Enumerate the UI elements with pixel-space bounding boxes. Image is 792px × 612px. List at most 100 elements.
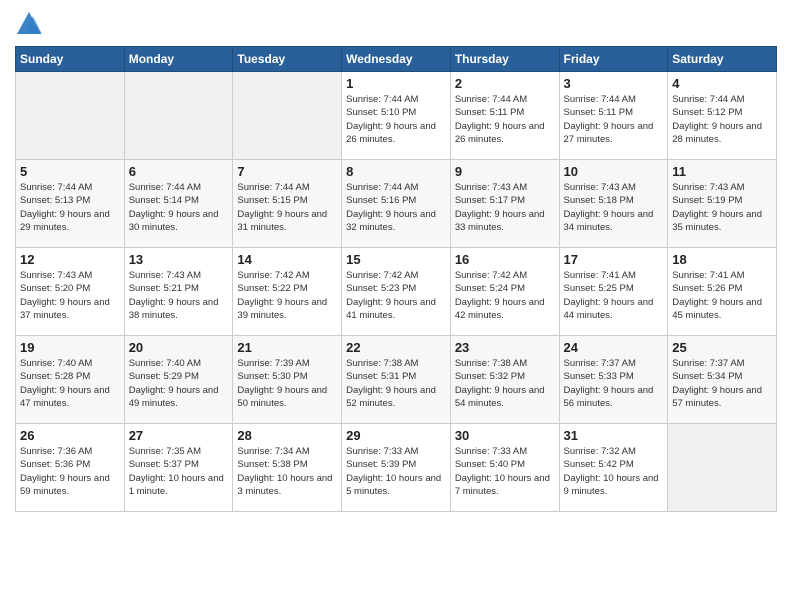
calendar-day-cell: 5Sunrise: 7:44 AMSunset: 5:13 PMDaylight… bbox=[16, 160, 125, 248]
calendar-day-cell: 1 Sunrise: 7:44 AMSunset: 5:10 PMDaylight… bbox=[342, 72, 451, 160]
calendar-day-cell: 6 Sunrise: 7:44 AMSunset: 5:14 PMDaylight… bbox=[124, 160, 233, 248]
day-info: Sunrise: 7:43 AMSunset: 5:20 PMDaylight:… bbox=[20, 269, 120, 322]
day-info: Sunrise: 7:37 AMSunset: 5:34 PMDaylight:… bbox=[672, 357, 772, 410]
calendar-day-cell: 19 Sunrise: 7:40 AMSunset: 5:28 PMDayligh… bbox=[16, 336, 125, 424]
calendar-day-cell: 31 Sunrise: 7:32 AMSunset: 5:42 PMDayligh… bbox=[559, 424, 668, 512]
calendar-day-cell bbox=[124, 72, 233, 160]
calendar-day-cell: 30 Sunrise: 7:33 AMSunset: 5:40 PMDayligh… bbox=[450, 424, 559, 512]
weekday-header: Saturday bbox=[668, 47, 777, 72]
day-number: 18 bbox=[672, 252, 772, 267]
day-number: 13 bbox=[129, 252, 229, 267]
day-info: Sunrise: 7:44 AMSunset: 5:13 PMDaylight:… bbox=[20, 181, 120, 234]
calendar-day-cell: 7 Sunrise: 7:44 AMSunset: 5:15 PMDaylight… bbox=[233, 160, 342, 248]
day-info: Sunrise: 7:44 AMSunset: 5:11 PMDaylight:… bbox=[564, 93, 664, 146]
day-info: Sunrise: 7:42 AMSunset: 5:24 PMDaylight:… bbox=[455, 269, 555, 322]
day-number: 28 bbox=[237, 428, 337, 443]
day-number: 3 bbox=[564, 76, 664, 91]
day-info: Sunrise: 7:33 AMSunset: 5:40 PMDaylight:… bbox=[455, 445, 555, 498]
day-number: 15 bbox=[346, 252, 446, 267]
calendar-day-cell: 22 Sunrise: 7:38 AMSunset: 5:31 PMDayligh… bbox=[342, 336, 451, 424]
calendar-table: SundayMondayTuesdayWednesdayThursdayFrid… bbox=[15, 46, 777, 512]
calendar-day-cell bbox=[668, 424, 777, 512]
calendar-day-cell: 15 Sunrise: 7:42 AMSunset: 5:23 PMDayligh… bbox=[342, 248, 451, 336]
day-info: Sunrise: 7:39 AMSunset: 5:30 PMDaylight:… bbox=[237, 357, 337, 410]
calendar-day-cell: 13Sunrise: 7:43 AMSunset: 5:21 PMDayligh… bbox=[124, 248, 233, 336]
header bbox=[15, 10, 777, 38]
day-number: 23 bbox=[455, 340, 555, 355]
calendar-day-cell: 25 Sunrise: 7:37 AMSunset: 5:34 PMDayligh… bbox=[668, 336, 777, 424]
day-info: Sunrise: 7:40 AMSunset: 5:29 PMDaylight:… bbox=[129, 357, 229, 410]
day-info: Sunrise: 7:44 AMSunset: 5:14 PMDaylight:… bbox=[129, 181, 229, 234]
calendar-day-cell: 9 Sunrise: 7:43 AMSunset: 5:17 PMDaylight… bbox=[450, 160, 559, 248]
calendar-day-cell: 4Sunrise: 7:44 AMSunset: 5:12 PMDaylight… bbox=[668, 72, 777, 160]
day-info: Sunrise: 7:43 AMSunset: 5:17 PMDaylight:… bbox=[455, 181, 555, 234]
day-number: 1 bbox=[346, 76, 446, 91]
calendar-day-cell: 14Sunrise: 7:42 AMSunset: 5:22 PMDayligh… bbox=[233, 248, 342, 336]
day-number: 6 bbox=[129, 164, 229, 179]
day-number: 25 bbox=[672, 340, 772, 355]
calendar-day-cell: 16 Sunrise: 7:42 AMSunset: 5:24 PMDayligh… bbox=[450, 248, 559, 336]
weekday-header: Tuesday bbox=[233, 47, 342, 72]
day-number: 29 bbox=[346, 428, 446, 443]
calendar-day-cell: 2Sunrise: 7:44 AMSunset: 5:11 PMDaylight… bbox=[450, 72, 559, 160]
calendar-day-cell: 23 Sunrise: 7:38 AMSunset: 5:32 PMDayligh… bbox=[450, 336, 559, 424]
weekday-header: Thursday bbox=[450, 47, 559, 72]
day-number: 8 bbox=[346, 164, 446, 179]
calendar-day-cell: 20 Sunrise: 7:40 AMSunset: 5:29 PMDayligh… bbox=[124, 336, 233, 424]
day-info: Sunrise: 7:41 AMSunset: 5:26 PMDaylight:… bbox=[672, 269, 772, 322]
day-info: Sunrise: 7:42 AMSunset: 5:23 PMDaylight:… bbox=[346, 269, 446, 322]
day-info: Sunrise: 7:44 AMSunset: 5:16 PMDaylight:… bbox=[346, 181, 446, 234]
day-info: Sunrise: 7:32 AMSunset: 5:42 PMDaylight:… bbox=[564, 445, 664, 498]
day-number: 10 bbox=[564, 164, 664, 179]
calendar-day-cell: 10 Sunrise: 7:43 AMSunset: 5:18 PMDayligh… bbox=[559, 160, 668, 248]
day-number: 14 bbox=[237, 252, 337, 267]
calendar-week-row: 5Sunrise: 7:44 AMSunset: 5:13 PMDaylight… bbox=[16, 160, 777, 248]
calendar-day-cell: 8 Sunrise: 7:44 AMSunset: 5:16 PMDaylight… bbox=[342, 160, 451, 248]
day-number: 30 bbox=[455, 428, 555, 443]
weekday-header: Sunday bbox=[16, 47, 125, 72]
day-number: 19 bbox=[20, 340, 120, 355]
day-number: 20 bbox=[129, 340, 229, 355]
day-info: Sunrise: 7:44 AMSunset: 5:15 PMDaylight:… bbox=[237, 181, 337, 234]
day-info: Sunrise: 7:43 AMSunset: 5:19 PMDaylight:… bbox=[672, 181, 772, 234]
calendar-day-cell: 26 Sunrise: 7:36 AMSunset: 5:36 PMDayligh… bbox=[16, 424, 125, 512]
day-info: Sunrise: 7:44 AMSunset: 5:10 PMDaylight:… bbox=[346, 93, 446, 146]
calendar-day-cell bbox=[16, 72, 125, 160]
day-info: Sunrise: 7:40 AMSunset: 5:28 PMDaylight:… bbox=[20, 357, 120, 410]
day-number: 16 bbox=[455, 252, 555, 267]
weekday-header: Friday bbox=[559, 47, 668, 72]
calendar-day-cell: 18 Sunrise: 7:41 AMSunset: 5:26 PMDayligh… bbox=[668, 248, 777, 336]
calendar-day-cell: 11 Sunrise: 7:43 AMSunset: 5:19 PMDayligh… bbox=[668, 160, 777, 248]
day-number: 27 bbox=[129, 428, 229, 443]
calendar-header-row: SundayMondayTuesdayWednesdayThursdayFrid… bbox=[16, 47, 777, 72]
calendar-day-cell: 17Sunrise: 7:41 AMSunset: 5:25 PMDayligh… bbox=[559, 248, 668, 336]
day-number: 9 bbox=[455, 164, 555, 179]
day-number: 24 bbox=[564, 340, 664, 355]
calendar-week-row: 1 Sunrise: 7:44 AMSunset: 5:10 PMDaylight… bbox=[16, 72, 777, 160]
day-info: Sunrise: 7:38 AMSunset: 5:31 PMDaylight:… bbox=[346, 357, 446, 410]
day-number: 21 bbox=[237, 340, 337, 355]
day-number: 26 bbox=[20, 428, 120, 443]
day-info: Sunrise: 7:35 AMSunset: 5:37 PMDaylight:… bbox=[129, 445, 229, 498]
calendar-week-row: 12Sunrise: 7:43 AMSunset: 5:20 PMDayligh… bbox=[16, 248, 777, 336]
logo-icon bbox=[15, 10, 43, 38]
day-number: 31 bbox=[564, 428, 664, 443]
day-number: 7 bbox=[237, 164, 337, 179]
calendar-day-cell: 12Sunrise: 7:43 AMSunset: 5:20 PMDayligh… bbox=[16, 248, 125, 336]
day-info: Sunrise: 7:44 AMSunset: 5:11 PMDaylight:… bbox=[455, 93, 555, 146]
day-number: 22 bbox=[346, 340, 446, 355]
weekday-header: Monday bbox=[124, 47, 233, 72]
day-info: Sunrise: 7:37 AMSunset: 5:33 PMDaylight:… bbox=[564, 357, 664, 410]
calendar-day-cell: 28 Sunrise: 7:34 AMSunset: 5:38 PMDayligh… bbox=[233, 424, 342, 512]
day-info: Sunrise: 7:38 AMSunset: 5:32 PMDaylight:… bbox=[455, 357, 555, 410]
day-info: Sunrise: 7:44 AMSunset: 5:12 PMDaylight:… bbox=[672, 93, 772, 146]
day-info: Sunrise: 7:34 AMSunset: 5:38 PMDaylight:… bbox=[237, 445, 337, 498]
calendar-day-cell: 21 Sunrise: 7:39 AMSunset: 5:30 PMDayligh… bbox=[233, 336, 342, 424]
calendar-week-row: 26 Sunrise: 7:36 AMSunset: 5:36 PMDayligh… bbox=[16, 424, 777, 512]
day-number: 11 bbox=[672, 164, 772, 179]
calendar-day-cell: 24 Sunrise: 7:37 AMSunset: 5:33 PMDayligh… bbox=[559, 336, 668, 424]
calendar-day-cell: 27 Sunrise: 7:35 AMSunset: 5:37 PMDayligh… bbox=[124, 424, 233, 512]
calendar-day-cell bbox=[233, 72, 342, 160]
day-info: Sunrise: 7:43 AMSunset: 5:18 PMDaylight:… bbox=[564, 181, 664, 234]
day-info: Sunrise: 7:36 AMSunset: 5:36 PMDaylight:… bbox=[20, 445, 120, 498]
